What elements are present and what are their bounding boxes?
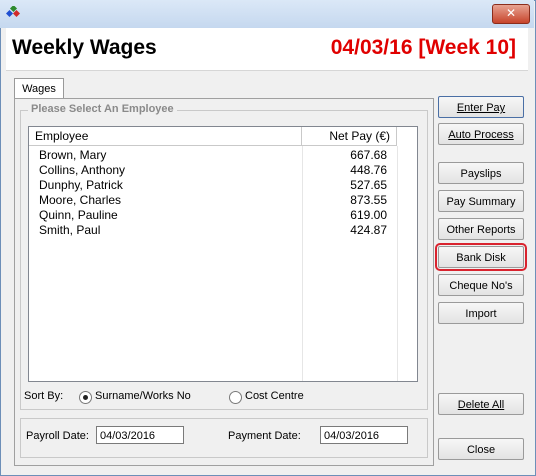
employee-name: Brown, Mary (39, 148, 107, 162)
payroll-date-label: Payroll Date: (26, 430, 89, 442)
title-bar[interactable]: ✕ (0, 0, 534, 28)
sort-by-label: Sort By: (24, 390, 64, 402)
payment-date-label: Payment Date: (228, 430, 301, 442)
radio-selected-dot (83, 395, 88, 400)
close-icon: ✕ (505, 6, 517, 20)
net-pay-value: 527.65 (350, 178, 387, 192)
employee-rows: Brown, Mary 667.68 Collins, Anthony 448.… (29, 148, 417, 238)
pay-summary-button[interactable]: Pay Summary (438, 190, 524, 212)
close-window-button[interactable]: ✕ (492, 4, 530, 24)
employee-name: Quinn, Pauline (39, 208, 118, 222)
payslips-button[interactable]: Payslips (438, 162, 524, 184)
enter-pay-button[interactable]: Enter Pay (438, 96, 524, 118)
tab-wages[interactable]: Wages (14, 78, 64, 99)
table-row[interactable]: Brown, Mary 667.68 (29, 148, 417, 163)
payment-date-field[interactable]: 04/03/2016 (320, 426, 408, 444)
bank-disk-button[interactable]: Bank Disk (435, 243, 527, 271)
sort-cost-centre-label[interactable]: Cost Centre (245, 390, 304, 402)
employee-name: Dunphy, Patrick (39, 178, 123, 192)
cheque-nos-button[interactable]: Cheque No's (438, 274, 524, 296)
net-pay-value: 667.68 (350, 148, 387, 162)
table-row[interactable]: Dunphy, Patrick 527.65 (29, 178, 417, 193)
delete-all-label: Delete All (457, 399, 505, 411)
sort-surname-radio[interactable] (79, 391, 92, 404)
employee-list[interactable]: Employee Net Pay (€) Brown, Mary 667.68 … (28, 126, 418, 382)
table-row[interactable]: Collins, Anthony 448.76 (29, 163, 417, 178)
auto-process-label: Auto Process (448, 129, 514, 141)
column-header-net-pay[interactable]: Net Pay (€) (302, 127, 397, 146)
employee-name: Smith, Paul (39, 223, 101, 237)
delete-all-button[interactable]: Delete All (438, 393, 524, 415)
table-row[interactable]: Smith, Paul 424.87 (29, 223, 417, 238)
net-pay-value: 448.76 (350, 163, 387, 177)
week-indicator: 04/03/16 [Week 10] (330, 36, 516, 59)
auto-process-button[interactable]: Auto Process (438, 123, 524, 145)
column-header-employee[interactable]: Employee (29, 127, 302, 146)
enter-pay-label: Enter Pay (456, 102, 506, 114)
app-icon (6, 6, 20, 18)
table-row[interactable]: Moore, Charles 873.55 (29, 193, 417, 208)
payroll-date-field[interactable]: 04/03/2016 (96, 426, 184, 444)
close-button[interactable]: Close (438, 438, 524, 460)
header: Weekly Wages 04/03/16 [Week 10] (6, 28, 528, 71)
other-reports-button[interactable]: Other Reports (438, 218, 524, 240)
employee-group-label: Please Select An Employee (28, 103, 177, 115)
net-pay-value: 873.55 (350, 193, 387, 207)
page-title: Weekly Wages (12, 36, 157, 59)
net-pay-value: 424.87 (350, 223, 387, 237)
employee-name: Collins, Anthony (39, 163, 126, 177)
table-row[interactable]: Quinn, Pauline 619.00 (29, 208, 417, 223)
employee-name: Moore, Charles (39, 193, 122, 207)
sort-surname-label[interactable]: Surname/Works No (95, 390, 191, 402)
import-button[interactable]: Import (438, 302, 524, 324)
sort-cost-centre-radio[interactable] (229, 391, 242, 404)
net-pay-value: 619.00 (350, 208, 387, 222)
